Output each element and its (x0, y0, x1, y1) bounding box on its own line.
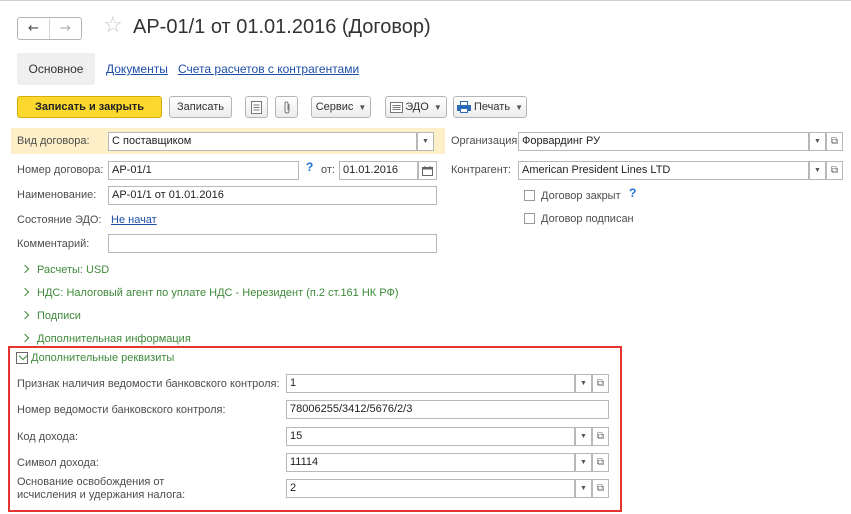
dropdown-arrow-icon[interactable]: ▼ (417, 132, 434, 151)
comment-label: Комментарий: (17, 238, 90, 250)
page-title: АР-01/1 от 01.01.2016 (Договор) (133, 16, 431, 38)
nav-buttons: ← → (17, 17, 82, 40)
edo-label: ЭДО (405, 101, 429, 113)
back-arrow-icon[interactable]: ← (18, 18, 49, 39)
edo-icon (390, 101, 404, 113)
name-field[interactable]: АР-01/1 от 01.01.2016 (108, 186, 437, 205)
tax-exemption-label-line1: Основание освобождения от (17, 476, 165, 488)
section-additional-info-label: Дополнительная информация (37, 333, 191, 345)
bank-control-flag-label: Признак наличия ведомости банковского ко… (17, 378, 280, 390)
window-top-border (0, 0, 851, 1)
bank-control-number-label: Номер ведомости банковского контроля: (17, 404, 226, 416)
tax-exemption-field[interactable]: 2 (286, 479, 575, 498)
section-settlements[interactable]: Расчеты: USD (20, 264, 110, 276)
dropdown-arrow-icon[interactable]: ▼ (809, 161, 826, 180)
dropdown-arrow-icon[interactable]: ▼ (575, 453, 592, 472)
section-additional-requisites-label: Дополнительные реквизиты (31, 352, 175, 364)
document-list-icon (251, 100, 262, 114)
chevron-down-icon: ▼ (515, 102, 523, 112)
contract-closed-checkbox[interactable] (524, 190, 535, 201)
contract-type-field[interactable]: С поставщиком (108, 132, 417, 151)
help-icon[interactable]: ? (306, 160, 313, 174)
printer-icon (457, 101, 472, 113)
organization-field[interactable]: Форвардинг РУ (518, 132, 809, 151)
chevron-right-icon (20, 310, 30, 320)
contract-signed-checkbox[interactable] (524, 213, 535, 224)
forward-arrow-icon[interactable]: → (49, 18, 81, 39)
contract-closed-label: Договор закрыт (541, 190, 621, 202)
chevron-down-icon: ▼ (358, 102, 367, 112)
contract-type-label: Вид договора: (17, 135, 90, 147)
section-vat[interactable]: НДС: Налоговый агент по уплате НДС - Нер… (20, 287, 399, 299)
section-vat-label: НДС: Налоговый агент по уплате НДС - Нер… (37, 287, 399, 299)
open-icon[interactable]: ⧉ (592, 453, 609, 472)
counterparty-field[interactable]: American President Lines LTD (518, 161, 809, 180)
counterparty-label: Контрагент: (451, 164, 511, 176)
income-code-label: Код дохода: (17, 431, 79, 443)
tab-documents[interactable]: Документы (106, 62, 168, 76)
bank-control-flag-field[interactable]: 1 (286, 374, 575, 393)
open-icon[interactable]: ⧉ (592, 374, 609, 393)
print-label: Печать (474, 101, 511, 113)
service-menu-button[interactable]: Сервис ▼ (311, 96, 371, 118)
edo-menu-button[interactable]: ЭДО ▼ (385, 96, 447, 118)
open-icon[interactable]: ⧉ (826, 161, 843, 180)
save-button[interactable]: Записать (169, 96, 232, 118)
section-settlements-label: Расчеты: USD (37, 264, 110, 276)
dropdown-arrow-icon[interactable]: ▼ (575, 427, 592, 446)
dropdown-arrow-icon[interactable]: ▼ (575, 374, 592, 393)
edo-status-label: Состояние ЭДО: (17, 214, 102, 226)
save-and-close-button[interactable]: Записать и закрыть (17, 96, 162, 118)
chevron-right-icon (20, 287, 30, 297)
help-icon[interactable]: ? (629, 186, 636, 200)
paperclip-icon (284, 100, 289, 114)
income-code-field[interactable]: 15 (286, 427, 575, 446)
calendar-icon[interactable] (418, 161, 437, 180)
date-label: от: (321, 164, 335, 176)
edo-status-link[interactable]: Не начат (111, 213, 157, 227)
print-menu-button[interactable]: Печать ▼ (453, 96, 527, 118)
open-icon[interactable]: ⧉ (592, 479, 609, 498)
income-symbol-field[interactable]: 11114 (286, 453, 575, 472)
organization-label: Организация: (451, 135, 521, 147)
bank-control-number-field[interactable]: 78006255/3412/5676/2/3 (286, 400, 609, 419)
section-signatures[interactable]: Подписи (20, 310, 81, 322)
contract-number-field[interactable]: АР-01/1 (108, 161, 299, 180)
tax-exemption-label-line2: исчисления и удержания налога: (17, 489, 186, 501)
income-symbol-label: Символ дохода: (17, 457, 99, 469)
attach-button[interactable] (275, 96, 298, 118)
favorite-star-icon[interactable]: ☆ (103, 14, 123, 38)
dropdown-arrow-icon[interactable]: ▼ (809, 132, 826, 151)
section-additional-info[interactable]: Дополнительная информация (20, 333, 191, 345)
chevron-right-icon (20, 264, 30, 274)
chevron-down-icon (16, 351, 28, 364)
service-label: Сервис (315, 101, 354, 113)
tab-settlement-accounts[interactable]: Счета расчетов с контрагентами (178, 62, 359, 76)
report-icon[interactable] (245, 96, 268, 118)
section-signatures-label: Подписи (37, 310, 81, 322)
section-additional-requisites[interactable]: Дополнительные реквизиты (16, 351, 175, 364)
tab-main[interactable]: Основное (17, 53, 95, 85)
comment-field[interactable] (108, 234, 437, 253)
chevron-down-icon: ▼ (433, 102, 442, 112)
open-icon[interactable]: ⧉ (826, 132, 843, 151)
name-label: Наименование: (17, 189, 97, 201)
contract-signed-label: Договор подписан (541, 213, 634, 225)
dropdown-arrow-icon[interactable]: ▼ (575, 479, 592, 498)
contract-number-label: Номер договора: (17, 164, 104, 176)
date-field[interactable]: 01.01.2016 (339, 161, 418, 180)
chevron-right-icon (20, 333, 30, 343)
open-icon[interactable]: ⧉ (592, 427, 609, 446)
